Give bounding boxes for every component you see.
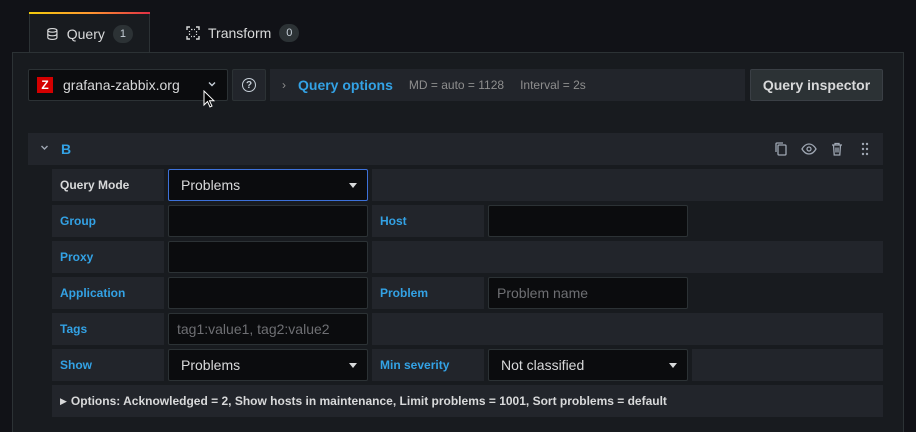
show-label: Show: [52, 349, 164, 381]
transform-icon: [186, 25, 200, 40]
application-input[interactable]: [168, 277, 368, 309]
chevron-right-icon: ›: [282, 78, 286, 92]
options-summary-text: Options: Acknowledged = 2, Show hosts in…: [70, 394, 667, 408]
eye-icon[interactable]: [801, 141, 817, 157]
min-severity-value: Not classified: [501, 357, 585, 373]
tags-label: Tags: [52, 313, 164, 345]
application-label: Application: [52, 277, 164, 309]
query-options-title: Query options: [298, 77, 393, 93]
min-severity-label: Min severity: [372, 349, 484, 381]
tags-input[interactable]: tag1:value1, tag2:value2: [168, 313, 368, 345]
query-options-interval: Interval = 2s: [520, 78, 586, 92]
zabbix-logo-icon: Z: [37, 77, 53, 93]
caret-right-icon: ▶: [60, 395, 67, 406]
query-mode-select[interactable]: Problems: [168, 169, 368, 201]
group-label: Group: [52, 205, 164, 237]
query-inspector-button[interactable]: Query inspector: [750, 69, 883, 101]
query-mode-value: Problems: [181, 177, 241, 193]
show-value: Problems: [181, 357, 241, 373]
row-filler: [372, 169, 883, 201]
host-input[interactable]: [488, 205, 688, 237]
tab-transform-label: Transform: [208, 24, 272, 41]
problem-label: Problem: [372, 277, 484, 309]
row-filler: [372, 313, 883, 345]
datasource-picker[interactable]: Z grafana-zabbix.org: [28, 69, 228, 101]
tab-transform[interactable]: Transform 0: [170, 12, 315, 53]
row-filler: [372, 241, 883, 273]
trash-icon[interactable]: [829, 141, 845, 157]
options-summary-toggle[interactable]: ▶ Options: Acknowledged = 2, Show hosts …: [52, 385, 883, 417]
active-tab-indicator: [29, 12, 150, 14]
query-mode-label: Query Mode: [52, 169, 164, 201]
database-icon: [47, 27, 58, 40]
proxy-label: Proxy: [52, 241, 164, 273]
query-options-bar[interactable]: › Query options MD = auto = 1128 Interva…: [270, 69, 745, 101]
question-circle-icon: ?: [242, 78, 256, 92]
tab-query-label: Query: [66, 25, 105, 42]
tab-query-count: 1: [112, 24, 133, 43]
collapse-chevron-icon[interactable]: [40, 143, 49, 155]
host-label: Host: [372, 205, 484, 237]
group-input[interactable]: [168, 205, 368, 237]
query-help-button[interactable]: ?: [232, 69, 266, 101]
caret-down-icon: [669, 363, 677, 368]
query-row-header[interactable]: B: [28, 133, 883, 165]
editor-tabs: Query 1 Transform 0: [0, 0, 916, 53]
duplicate-icon[interactable]: [773, 141, 789, 157]
tab-transform-count: 0: [279, 23, 300, 42]
proxy-input[interactable]: [168, 241, 368, 273]
drag-handle-icon[interactable]: [857, 141, 873, 157]
problem-input[interactable]: Problem name: [488, 277, 688, 309]
query-options-md: MD = auto = 1128: [408, 78, 505, 92]
show-select[interactable]: Problems: [168, 349, 368, 381]
datasource-name: grafana-zabbix.org: [63, 77, 180, 93]
mouse-pointer-icon: [203, 90, 215, 108]
query-row-actions: [773, 141, 873, 157]
caret-down-icon: [349, 183, 357, 188]
tab-query[interactable]: Query 1: [29, 12, 150, 53]
min-severity-select[interactable]: Not classified: [488, 349, 688, 381]
caret-down-icon: [349, 363, 357, 368]
row-filler: [692, 349, 883, 381]
query-ref-id[interactable]: B: [61, 141, 71, 157]
